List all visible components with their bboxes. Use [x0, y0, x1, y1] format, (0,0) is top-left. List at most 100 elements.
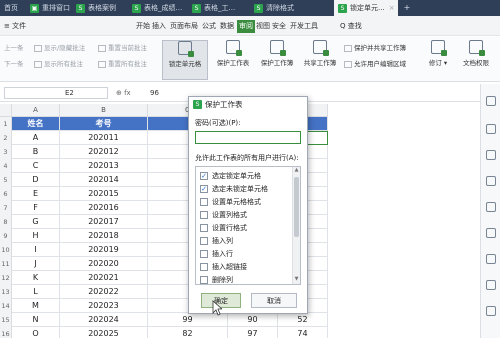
revise-button[interactable]: 修订 ▾ — [424, 40, 452, 80]
row-number[interactable]: 12 — [0, 271, 12, 285]
table-cell[interactable]: D — [12, 173, 60, 187]
table-cell[interactable]: 202021 — [60, 271, 148, 285]
column-header-b[interactable]: B — [60, 104, 148, 117]
table-cell[interactable]: 202024 — [60, 313, 148, 327]
table-cell[interactable]: G — [12, 215, 60, 229]
filter-icon[interactable] — [486, 176, 496, 186]
table-cell[interactable]: 90 — [228, 313, 278, 327]
table-cell[interactable]: J — [12, 257, 60, 271]
share-workbook-button[interactable]: 共享工作簿 — [300, 40, 340, 80]
row-number[interactable]: 14 — [0, 299, 12, 313]
menu-insert[interactable]: 插入 — [152, 20, 166, 33]
reset-comment-button[interactable]: 重置当前批注 — [98, 43, 147, 54]
table-cell[interactable]: C — [12, 159, 60, 173]
table-cell[interactable]: B — [12, 145, 60, 159]
menu-file[interactable]: ≡ 文件 — [4, 20, 26, 33]
table-cell[interactable]: 97 — [228, 327, 278, 338]
row-number[interactable]: 2 — [0, 131, 12, 145]
row-number[interactable]: 1 — [0, 117, 12, 131]
table-cell[interactable]: E — [12, 187, 60, 201]
close-icon[interactable]: × — [389, 4, 395, 12]
select-all-corner[interactable] — [0, 104, 12, 117]
cancel-button[interactable]: 取消 — [251, 293, 297, 308]
menu-security[interactable]: 安全 — [272, 20, 286, 33]
row-number[interactable]: 16 — [0, 327, 12, 338]
doc-rights-button[interactable]: 文档权限 — [456, 40, 496, 80]
row-number[interactable]: 9 — [0, 229, 12, 243]
checkbox[interactable] — [200, 276, 208, 284]
share-icon[interactable] — [486, 280, 496, 290]
tab-clear-format[interactable]: S 清除格式 — [250, 0, 310, 16]
permission-option[interactable]: 插入列 — [196, 234, 292, 248]
reset-all-comments-button[interactable]: 重置所有批注 — [98, 59, 147, 70]
allow-edit-ranges-button[interactable]: 允许用户编辑区域 — [344, 59, 406, 70]
permission-option[interactable]: 设置行格式 — [196, 221, 292, 235]
table-cell[interactable]: 74 — [278, 327, 328, 338]
scroll-thumb[interactable] — [294, 177, 299, 237]
permission-option[interactable]: ✓ 选定未锁定单元格 — [196, 182, 292, 196]
password-input[interactable] — [195, 131, 301, 144]
table-cell[interactable]: 202013 — [60, 159, 148, 173]
table-header-cell[interactable]: 考号 — [60, 117, 148, 131]
table-cell[interactable]: 202025 — [60, 327, 148, 338]
checkbox[interactable] — [200, 237, 208, 245]
prev-comment-button[interactable]: 上一条 — [4, 43, 24, 54]
table-cell[interactable]: 52 — [278, 313, 328, 327]
menu-developer[interactable]: 开发工具 — [290, 20, 318, 33]
table-icon[interactable] — [486, 254, 496, 264]
table-cell[interactable]: 202017 — [60, 215, 148, 229]
table-cell[interactable]: M — [12, 299, 60, 313]
row-number[interactable]: 3 — [0, 145, 12, 159]
formula-input[interactable]: 96 — [150, 87, 159, 99]
permission-option[interactable]: 删除列 — [196, 273, 292, 284]
scroll-down-icon[interactable]: ▼ — [293, 276, 300, 284]
tab-work[interactable]: S 表格_工... — [188, 0, 250, 16]
help-icon[interactable] — [486, 306, 496, 316]
protect-sheet-button[interactable]: 保护工作表 — [212, 40, 254, 80]
tab-table-case[interactable]: S 表格案例 — [72, 0, 128, 16]
permissions-list[interactable]: ✓ 选定锁定单元格 ✓ 选定未锁定单元格 设置单元格格式 设置列格式 设置行格式 插入列 插入行… — [195, 166, 301, 285]
row-number[interactable]: 13 — [0, 285, 12, 299]
checkbox[interactable] — [200, 250, 208, 258]
row-number[interactable]: 6 — [0, 187, 12, 201]
checkbox[interactable] — [200, 211, 208, 219]
image-icon[interactable] — [486, 228, 496, 238]
row-number[interactable]: 11 — [0, 257, 12, 271]
show-all-comments-button[interactable]: 显示所有批注 — [34, 59, 83, 70]
column-header-a[interactable]: A — [12, 104, 60, 117]
tab-home[interactable]: 首页 — [0, 0, 26, 16]
protect-share-workbook-button[interactable]: 保护并共享工作簿 — [344, 43, 406, 54]
table-cell[interactable]: N — [12, 313, 60, 327]
name-box[interactable]: E2 — [4, 87, 108, 99]
row-number[interactable]: 8 — [0, 215, 12, 229]
table-cell[interactable]: H — [12, 229, 60, 243]
table-cell[interactable]: 202015 — [60, 187, 148, 201]
chart-icon[interactable] — [486, 202, 496, 212]
permission-option[interactable]: 设置列格式 — [196, 208, 292, 222]
permission-option[interactable]: ✓ 选定锁定单元格 — [196, 169, 292, 183]
next-comment-button[interactable]: 下一条 — [4, 59, 24, 70]
menu-formula[interactable]: 公式 — [202, 20, 216, 33]
checkbox[interactable] — [200, 263, 208, 271]
permission-option[interactable]: 设置单元格格式 — [196, 195, 292, 209]
table-cell[interactable]: 202019 — [60, 243, 148, 257]
list-scrollbar[interactable]: ▲ ▼ — [292, 167, 300, 284]
table-cell[interactable]: 202016 — [60, 201, 148, 215]
tab-scores[interactable]: S 表格_成绩... — [128, 0, 188, 16]
shape-icon[interactable] — [486, 150, 496, 160]
row-number[interactable]: 7 — [0, 201, 12, 215]
row-number[interactable]: 15 — [0, 313, 12, 327]
menu-data[interactable]: 数据 — [220, 20, 234, 33]
table-cell[interactable]: O — [12, 327, 60, 338]
tab-lock-cell[interactable]: S 锁定单元... × — [334, 0, 398, 16]
table-cell[interactable]: 202018 — [60, 229, 148, 243]
menu-home[interactable]: 开始 — [136, 20, 150, 33]
menu-view[interactable]: 视图 — [256, 20, 270, 33]
table-cell[interactable]: 202023 — [60, 299, 148, 313]
row-number[interactable]: 10 — [0, 243, 12, 257]
table-header-cell[interactable]: 姓名 — [12, 117, 60, 131]
table-cell[interactable]: 202014 — [60, 173, 148, 187]
menu-page-layout[interactable]: 页面布局 — [170, 20, 198, 33]
table-cell[interactable]: 202022 — [60, 285, 148, 299]
style-icon[interactable] — [486, 124, 496, 134]
